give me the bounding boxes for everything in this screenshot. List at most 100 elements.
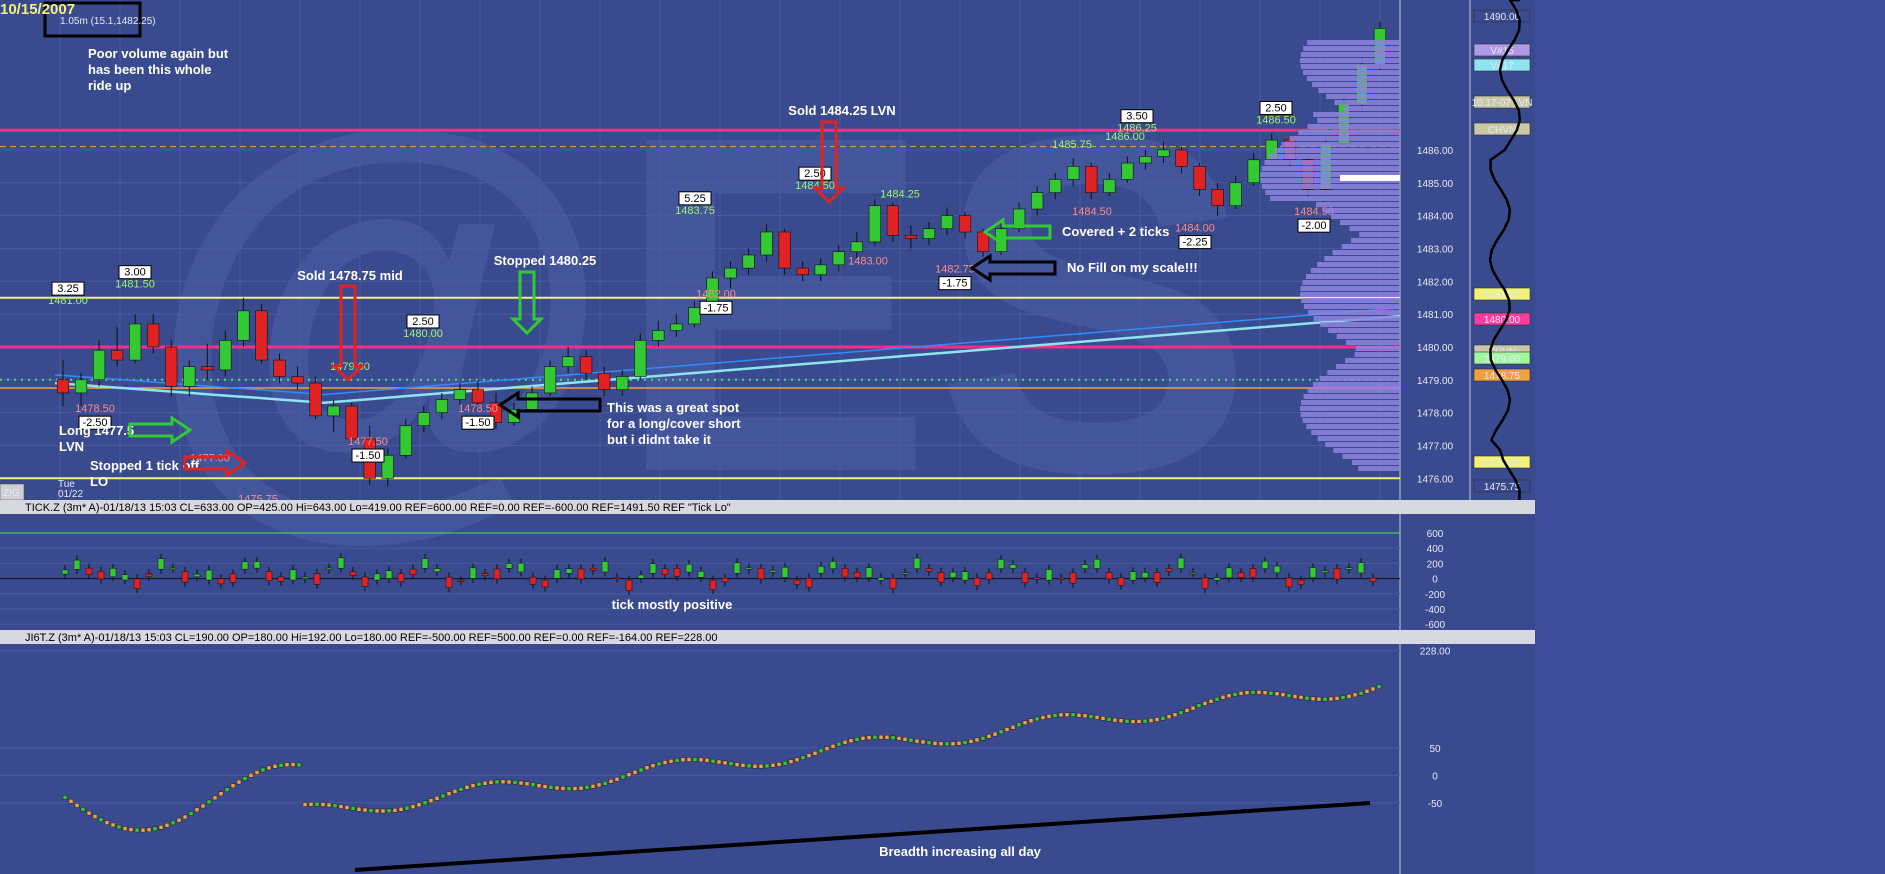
volume-profile-bar [1300, 286, 1400, 291]
tick-candle-body [697, 571, 705, 578]
jiii-point [560, 786, 566, 791]
volume-profile-bar [1289, 136, 1400, 141]
date-0122-label: 01/22 [58, 489, 83, 500]
jiii-point [656, 761, 662, 767]
tick-candle-body [565, 568, 573, 574]
tick-candle-body [1297, 579, 1305, 585]
candle-body [1031, 192, 1044, 210]
jiii-point [872, 734, 878, 740]
jiii-point [1094, 715, 1100, 720]
jiii-point [62, 795, 68, 800]
candle-body [471, 389, 485, 404]
right-price-tag-label: 1490.00 [1484, 12, 1521, 23]
tick-candle-body [409, 568, 417, 575]
swing-price-label: 1484.25 [880, 188, 920, 200]
volume-profile-bar [1334, 100, 1400, 105]
tick-candle-body [445, 576, 453, 588]
volume-profile-bar [1302, 280, 1400, 285]
volume-profile-bar [1261, 166, 1400, 171]
jiii-point [452, 789, 458, 794]
jiii-point [830, 744, 836, 749]
jiii-point [1040, 715, 1046, 720]
jiii-point [710, 758, 716, 764]
swing-price-label: 1484.00 [1175, 223, 1215, 235]
jiii-point [812, 751, 818, 756]
jiii-point [746, 763, 752, 769]
tick-candle-body [1273, 565, 1281, 574]
jiii-point [524, 781, 530, 787]
tick-axis-label: 600 [1427, 529, 1444, 540]
jiii-point [1058, 712, 1064, 718]
tick-candle-body [1309, 567, 1317, 578]
candle-body [922, 228, 936, 239]
jiii-point [1232, 692, 1238, 697]
jiii-point [326, 802, 332, 808]
jiii-point [614, 777, 620, 782]
jiii-point [392, 808, 398, 813]
candle-body [1175, 149, 1188, 167]
tick-candle-body [169, 567, 177, 570]
swing-price-label: 1484.50 [1072, 206, 1112, 218]
jiii-point [758, 764, 764, 769]
tick-candle-body [673, 568, 681, 577]
tick-candle-body [841, 568, 849, 578]
jiii-point [566, 786, 572, 791]
tick-candle-body [61, 569, 69, 575]
tick-candle-body [241, 561, 249, 570]
tick-candle-body [385, 570, 393, 579]
jiii-point [896, 736, 902, 741]
tick-candle-body [265, 571, 273, 581]
tick-candle-body [685, 563, 693, 573]
tick-candle-body [1165, 568, 1173, 572]
tick-candle-body [349, 571, 357, 576]
jiii-point [878, 734, 884, 740]
jiii-point [1226, 693, 1232, 698]
jiii-point [1076, 712, 1082, 718]
tick-candle-body [73, 559, 81, 570]
tick-candle-body [1069, 572, 1077, 584]
swing-price-label: 1481.50 [115, 279, 155, 291]
volume-profile-bar [1312, 82, 1400, 87]
volume-profile-bar [1349, 226, 1400, 231]
jiii-point [1052, 713, 1058, 718]
jiii-point [980, 736, 986, 741]
volume-profile-bar [1336, 334, 1400, 339]
jiii-point [224, 787, 230, 792]
tick-candle-body [505, 563, 513, 569]
candle-body [832, 251, 845, 266]
volume-profile-bar [1302, 418, 1400, 423]
candle-body [544, 366, 557, 394]
volume-profile-bar [1303, 394, 1400, 399]
jiii-point [512, 780, 518, 785]
jiii-point [266, 765, 272, 771]
swing-diff-label: 5.25 [684, 193, 705, 205]
jiii-point [1184, 708, 1190, 713]
jiii-point [1028, 718, 1034, 723]
jiii-point [740, 763, 746, 768]
swing-price-label: 1483.75 [675, 205, 715, 217]
tick-axis-label: -200 [1425, 590, 1445, 601]
jiii-point [698, 757, 704, 763]
jiii-point [1016, 722, 1022, 728]
candle-body [850, 241, 863, 253]
jiii-point [854, 737, 860, 742]
jiii-axis-label: 228.00 [1420, 647, 1451, 658]
candle-body [562, 356, 575, 367]
jiii-point [428, 798, 434, 803]
tick-candle-body [85, 567, 93, 575]
candle-body [958, 215, 972, 233]
jiii-point [134, 827, 140, 833]
jiii-point [518, 780, 524, 786]
annotation-stopped-tick: LO [90, 474, 108, 489]
volume-profile-bar [1351, 238, 1400, 243]
jiii-point [1088, 714, 1094, 719]
jiii-point [818, 748, 824, 754]
jiii-point [122, 826, 128, 831]
jiii-point [1190, 705, 1196, 711]
jiii-point [92, 814, 98, 819]
jiii-point [662, 760, 668, 765]
candle-body [237, 310, 250, 341]
tick-candle-body [469, 567, 477, 579]
jiii-point [482, 780, 488, 786]
swing-price-label: 1482.00 [696, 288, 736, 300]
